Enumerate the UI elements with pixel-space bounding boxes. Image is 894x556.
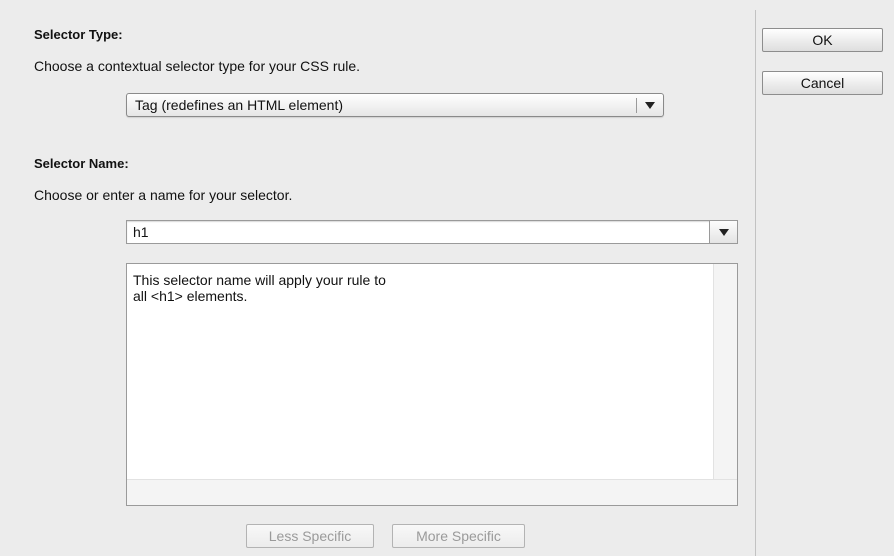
more-specific-button[interactable]: More Specific — [392, 524, 525, 548]
selector-description-box: This selector name will apply your rule … — [126, 263, 738, 506]
selector-name-input[interactable] — [127, 221, 709, 243]
selector-name-heading: Selector Name: — [34, 156, 129, 171]
selector-description-area: This selector name will apply your rule … — [127, 264, 713, 479]
selector-type-instruction: Choose a contextual selector type for yo… — [34, 58, 361, 74]
description-line: This selector name will apply your rule … — [133, 272, 386, 288]
selector-type-popup[interactable]: Tag (redefines an HTML element) — [126, 93, 664, 117]
selector-description-text: This selector name will apply your rule … — [133, 272, 693, 304]
selector-type-selected-value: Tag (redefines an HTML element) — [135, 97, 344, 113]
ok-button[interactable]: OK — [762, 28, 883, 52]
cancel-button[interactable]: Cancel — [762, 71, 883, 95]
selector-name-dropdown-button[interactable] — [709, 221, 737, 243]
selector-type-heading: Selector Type: — [34, 27, 123, 42]
selector-name-combobox[interactable] — [126, 220, 738, 244]
vertical-scrollbar[interactable] — [713, 264, 737, 479]
selector-name-instruction: Choose or enter a name for your selector… — [34, 187, 293, 203]
chevron-down-icon — [645, 102, 655, 109]
chevron-down-icon — [719, 229, 729, 236]
horizontal-scrollbar[interactable] — [127, 479, 737, 505]
popup-separator — [636, 98, 637, 113]
dialog-main-panel: Selector Type: Choose a contextual selec… — [0, 0, 755, 556]
less-specific-button[interactable]: Less Specific — [246, 524, 374, 548]
description-line: all <h1> elements. — [133, 288, 248, 304]
